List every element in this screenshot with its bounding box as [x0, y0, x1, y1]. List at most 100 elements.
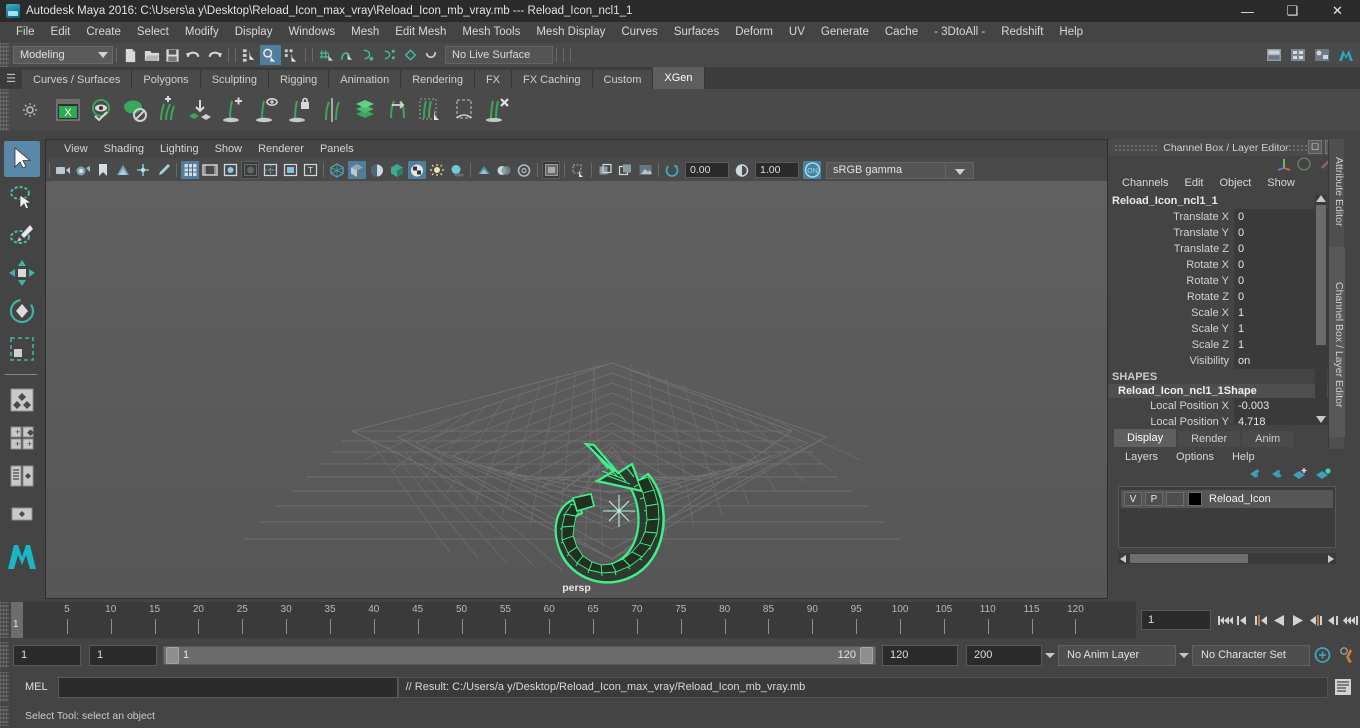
tab-anim[interactable]: Anim: [1242, 431, 1294, 447]
color-management-toggle-icon[interactable]: ON: [803, 161, 821, 179]
import-collection-icon[interactable]: [183, 93, 216, 127]
menu-redshift[interactable]: Redshift: [993, 22, 1051, 43]
step-back-frame-icon[interactable]: [1252, 609, 1270, 631]
scale-tool[interactable]: [4, 331, 40, 367]
shelf-options-icon[interactable]: [9, 89, 51, 131]
xray-active-components-icon[interactable]: [616, 161, 634, 179]
save-scene-icon[interactable]: [162, 45, 183, 65]
film-gate-icon[interactable]: [201, 161, 219, 179]
image-based-lighting-icon[interactable]: [636, 161, 654, 179]
select-component-icon[interactable]: [281, 45, 302, 65]
menu-mesh-display[interactable]: Mesh Display: [528, 22, 613, 43]
color-management-select[interactable]: sRGB gamma: [826, 161, 946, 179]
menu-3dtoall[interactable]: - 3DtoAll -: [926, 22, 993, 43]
menu-edit[interactable]: Edit: [43, 22, 79, 43]
maximize-button[interactable]: ❑: [1270, 0, 1315, 22]
cb-shape-attr-row[interactable]: Local Position X -0.003: [1108, 398, 1344, 414]
scroll-thumb[interactable]: [1316, 205, 1326, 345]
single-persp-layout[interactable]: [4, 382, 40, 418]
menu-windows[interactable]: Windows: [280, 22, 343, 43]
add-description-icon[interactable]: [150, 93, 183, 127]
select-guides-icon[interactable]: [414, 93, 447, 127]
cb-attr-row[interactable]: Translate Y 0: [1108, 225, 1344, 241]
multisample-icon[interactable]: [495, 161, 513, 179]
shelf-grip[interactable]: [0, 89, 9, 131]
two-d-pan-zoom-icon[interactable]: [134, 161, 152, 179]
snap-point-icon[interactable]: [358, 45, 379, 65]
viewport-menu-panels[interactable]: Panels: [312, 140, 362, 159]
gate-mask-icon[interactable]: [241, 161, 259, 179]
chevron-down-icon[interactable]: [1042, 645, 1058, 666]
panel-grip[interactable]: [1114, 144, 1158, 151]
range-end-time-field[interactable]: 120: [882, 644, 958, 666]
snap-grid-icon[interactable]: [316, 45, 337, 65]
range-slider-grip[interactable]: [0, 642, 9, 668]
step-back-key-icon[interactable]: [1234, 609, 1252, 631]
time-slider-grip[interactable]: [0, 602, 9, 638]
guide-transfer-icon[interactable]: [381, 93, 414, 127]
shelf-tab-polygons[interactable]: Polygons: [132, 70, 201, 89]
range-start-handle[interactable]: [166, 646, 179, 664]
make-live-icon[interactable]: [421, 45, 442, 65]
shelf-tab-rigging[interactable]: Rigging: [268, 70, 330, 89]
exposure-icon[interactable]: [663, 161, 681, 179]
time-slider[interactable]: 1 5 10 15 20 25 30 35 40 45 50 55 60 65 70 75 80 85 90 95 1…: [11, 602, 1136, 638]
scroll-thumb[interactable]: [1130, 554, 1248, 563]
scroll-up-arrow-icon[interactable]: [1316, 195, 1326, 202]
new-layer-icon[interactable]: [1292, 467, 1309, 483]
viewport-menu-shading[interactable]: Shading: [96, 140, 152, 159]
anim-layer-select[interactable]: No Anim Layer: [1058, 644, 1176, 666]
snap-projected-icon[interactable]: [379, 45, 400, 65]
wireframe-icon[interactable]: [328, 161, 346, 179]
cb-attr-row[interactable]: Scale Z 1: [1108, 337, 1344, 353]
select-tool[interactable]: [4, 141, 40, 177]
script-editor-icon[interactable]: [1332, 676, 1354, 698]
viewport-menu-lighting[interactable]: Lighting: [152, 140, 207, 159]
minimize-button[interactable]: —: [1225, 0, 1270, 22]
xray-icon[interactable]: [569, 161, 587, 179]
command-line-grip[interactable]: [0, 672, 9, 702]
lock-guide-icon[interactable]: [282, 93, 315, 127]
cb-shape-name[interactable]: Reload_Icon_ncl1_1Shape: [1108, 384, 1344, 398]
render-settings-icon[interactable]: [1287, 45, 1308, 65]
display-layer-list[interactable]: V P Reload_Icon: [1118, 486, 1336, 548]
menu-curves[interactable]: Curves: [613, 22, 665, 43]
cb-menu-edit[interactable]: Edit: [1176, 177, 1211, 189]
shelf-tab-curves-surfaces[interactable]: Curves / Surfaces: [22, 70, 133, 89]
help-menu[interactable]: Help: [1223, 451, 1264, 463]
shelf-tab-fx-caching[interactable]: FX Caching: [512, 70, 593, 89]
use-all-lights-icon[interactable]: [408, 161, 426, 179]
cb-attr-row[interactable]: Rotate Y 0: [1108, 273, 1344, 289]
add-guide-icon[interactable]: [216, 93, 249, 127]
tab-display[interactable]: Display: [1114, 429, 1177, 447]
safe-action-icon[interactable]: [281, 161, 299, 179]
layer-shading-toggle[interactable]: [1166, 492, 1184, 506]
auto-key-icon[interactable]: [1310, 646, 1334, 664]
menu-select[interactable]: Select: [129, 22, 177, 43]
character-set-select[interactable]: No Character Set: [1192, 644, 1310, 666]
gamma-icon[interactable]: [733, 161, 751, 179]
region-select-icon[interactable]: [447, 93, 480, 127]
shelf-tab-sculpting[interactable]: Sculpting: [200, 70, 269, 89]
exposure-value[interactable]: 0.00: [685, 162, 729, 178]
live-surface-field[interactable]: No Live Surface: [445, 46, 553, 64]
layer-list-horizontal-scrollbar[interactable]: [1118, 553, 1336, 564]
shelf-tab-animation[interactable]: Animation: [329, 70, 402, 89]
menu-mesh[interactable]: Mesh: [343, 22, 387, 43]
command-input[interactable]: [57, 676, 398, 698]
shelf-tab-xgen[interactable]: XGen: [653, 67, 705, 89]
command-language-label[interactable]: MEL: [25, 681, 48, 693]
shelf-tab-fx[interactable]: FX: [474, 70, 513, 89]
snap-view-plane-icon[interactable]: [400, 45, 421, 65]
channel-box-scrollbar[interactable]: [1315, 195, 1327, 423]
shelf-tab-rendering[interactable]: Rendering: [401, 70, 475, 89]
shelf-menu-icon[interactable]: ☰: [0, 67, 22, 89]
menu-help[interactable]: Help: [1051, 22, 1091, 43]
ambient-occlusion-icon[interactable]: [448, 161, 466, 179]
move-tool[interactable]: [4, 255, 40, 291]
scroll-down-arrow-icon[interactable]: [1316, 416, 1326, 423]
cb-attr-row[interactable]: Scale Y 1: [1108, 321, 1344, 337]
cb-menu-object[interactable]: Object: [1211, 177, 1259, 189]
menu-edit-mesh[interactable]: Edit Mesh: [387, 22, 454, 43]
paint-select-tool[interactable]: [4, 217, 40, 253]
